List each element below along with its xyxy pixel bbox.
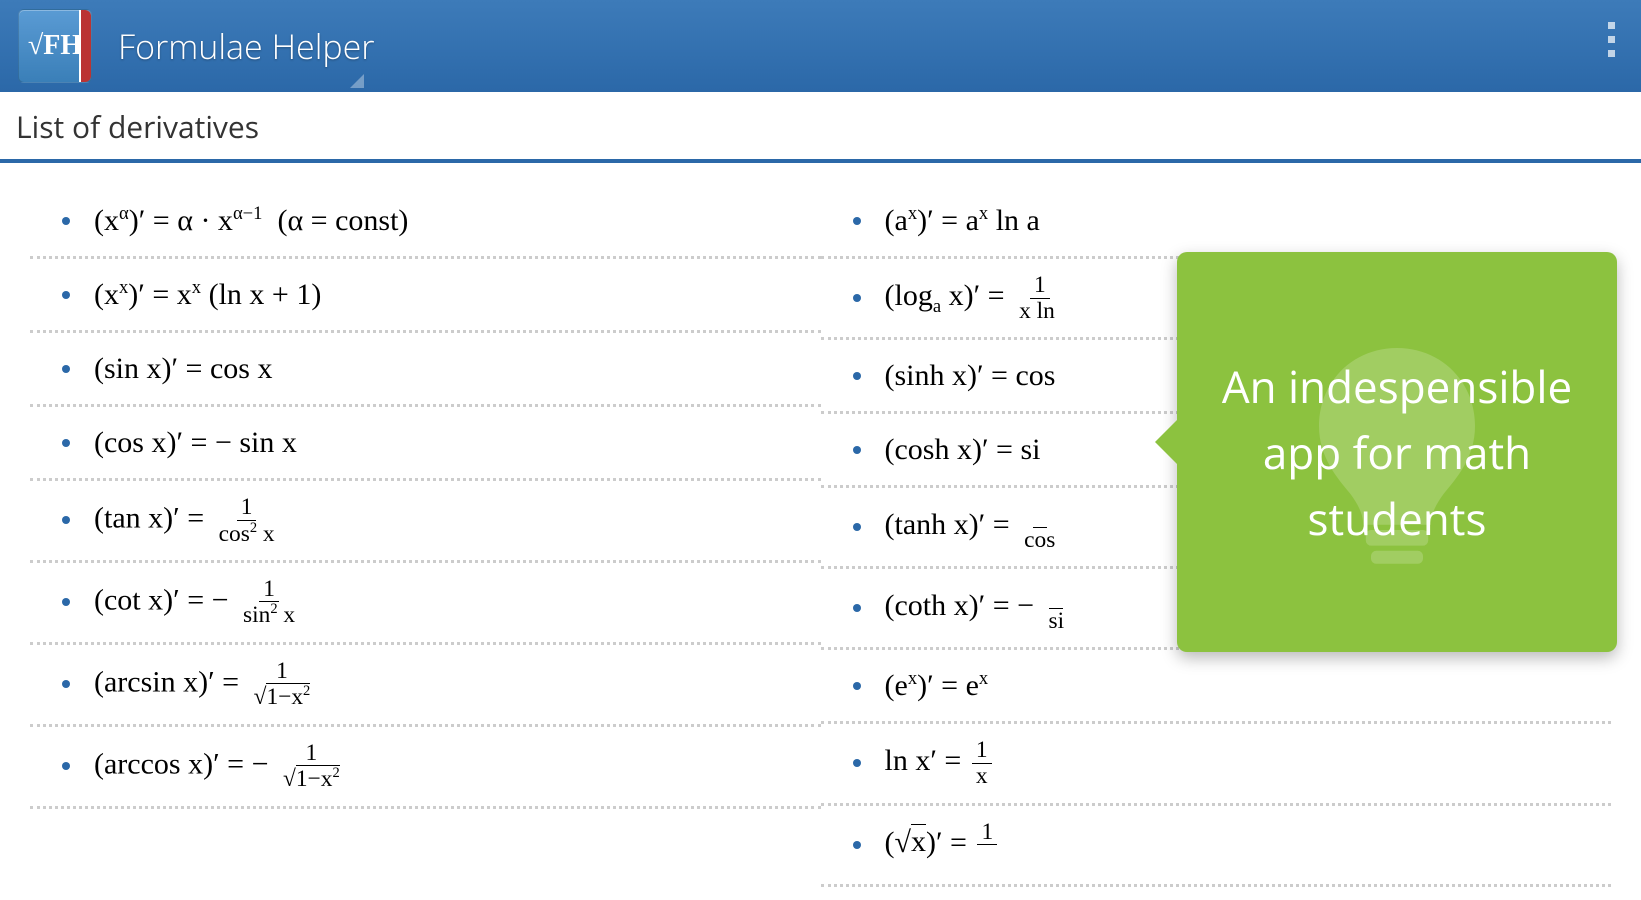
callout-text: An indespensible app for math students [1197,353,1597,551]
formula-text: (cosh x)′ = si [885,435,1041,465]
formula-row[interactable]: (sin x)′ = cos x [30,333,821,407]
formula-row[interactable]: (cot x)′ = − 1sin2 x [30,563,821,645]
formula-text: (xx)′ = xx (ln x + 1) [94,279,321,310]
formula-text: (ax)′ = ax ln a [885,205,1040,236]
formula-text: (√x)′ = 1 [885,820,1001,870]
formula-text: (coth x)′ = − si [885,583,1072,633]
formula-row[interactable]: ln x′ = 1x [821,724,1612,805]
formula-text: (sinh x)′ = cos [885,361,1056,391]
formula-row[interactable]: (tan x)′ = 1cos2 x [30,481,821,563]
app-logo-icon[interactable]: √FH [18,9,92,83]
formula-text: (cos x)′ = − sin x [94,428,297,458]
formula-text: (loga x)′ = 1x ln [885,273,1068,323]
formula-text: ln x′ = 1x [885,738,995,788]
formula-text: (cot x)′ = − 1sin2 x [94,577,302,628]
formula-row[interactable]: (arccos x)′ = − 1√1−x2 [30,727,821,809]
formula-text: (arcsin x)′ = 1√1−x2 [94,659,317,710]
formula-text: (tan x)′ = 1cos2 x [94,495,282,546]
formula-row[interactable]: (xα)′ = α · xα−1 (α = const) [30,185,821,259]
formula-row[interactable]: (xx)′ = xx (ln x + 1) [30,259,821,333]
formula-column-left: (xα)′ = α · xα−1 (α = const) (xx)′ = xx (… [30,185,821,900]
formula-row[interactable]: (√x)′ = 1 [821,806,1612,887]
formula-text: (ex)′ = ex [885,670,989,701]
app-logo-text: √FH [28,30,82,62]
formula-row[interactable]: (ex)′ = ex [821,650,1612,724]
formula-text: (xα)′ = α · xα−1 (α = const) [94,205,408,236]
app-header: √FH Formulae Helper [0,0,1641,92]
app-title[interactable]: Formulae Helper [118,23,375,69]
formula-text: (tanh x)′ = cos [885,502,1063,552]
overflow-menu-icon[interactable] [1608,22,1615,57]
dropdown-indicator-icon[interactable] [350,74,364,88]
page-title: List of derivatives [0,92,1641,159]
formula-row[interactable]: (arcsin x)′ = 1√1−x2 [30,645,821,727]
formula-text: (sin x)′ = cos x [94,354,272,384]
formula-row[interactable]: (ax)′ = ax ln a [821,185,1612,259]
promo-callout: An indespensible app for math students [1177,252,1617,652]
formula-row[interactable]: (cos x)′ = − sin x [30,407,821,481]
formula-text: (arccos x)′ = − 1√1−x2 [94,741,347,792]
